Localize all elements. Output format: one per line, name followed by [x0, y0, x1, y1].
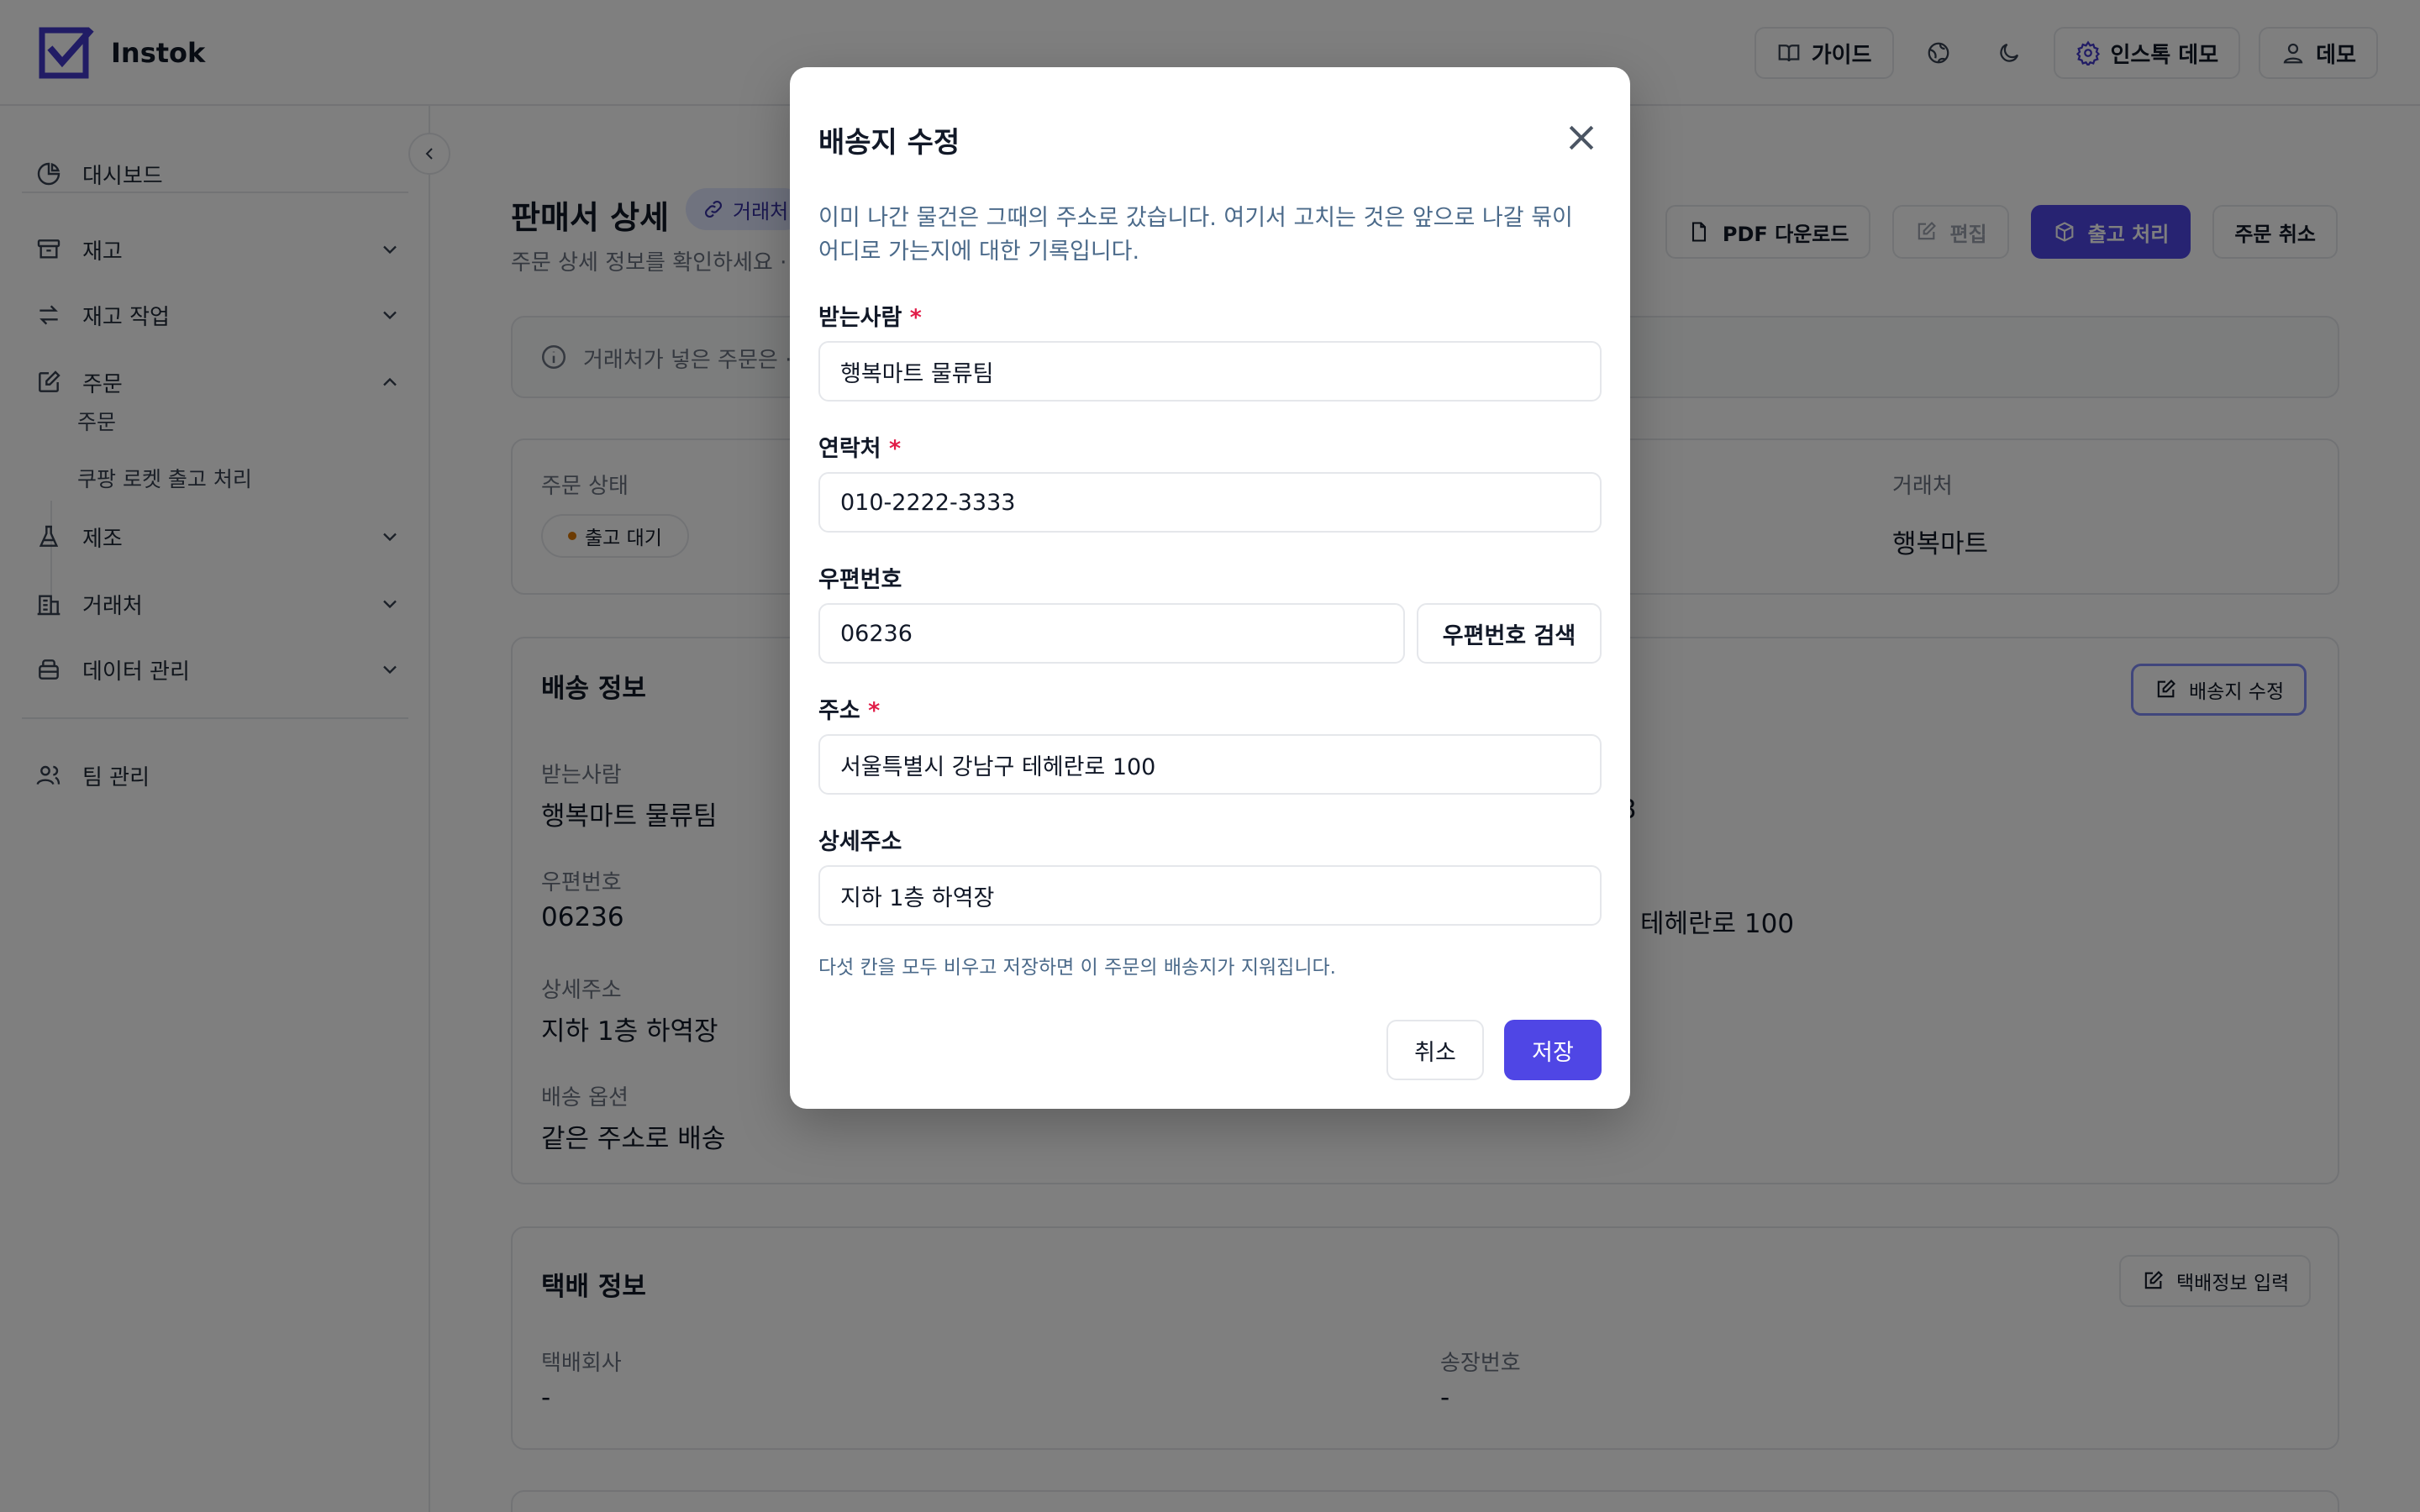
modal-description: 이미 나간 물건은 그때의 주소로 갔습니다. 여기서 고치는 것은 앞으로 나… — [818, 205, 1573, 265]
zip-field-label: 우편번호 — [818, 567, 902, 593]
required-mark: * — [909, 305, 922, 331]
phone-field-label: 연락처 * — [818, 430, 901, 463]
edit-shipping-modal: 배송지 수정 이미 나간 물건은 그때의 주소로 갔습니다. 여기서 고치는 것… — [790, 67, 1630, 1109]
close-icon[interactable] — [1563, 119, 1600, 156]
modal-note: 다섯 칸을 모두 비우고 저장하면 이 주문의 배송지가 지워집니다. — [818, 957, 1336, 979]
address-field-label: 주소 * — [818, 692, 880, 725]
phone-field-label-text: 연락처 — [818, 436, 881, 462]
detail-address-input[interactable]: 지하 1층 하역장 — [818, 865, 1602, 926]
recipient-input[interactable]: 행복마트 물류팀 — [818, 341, 1602, 402]
recipient-field-label-text: 받는사람 — [818, 305, 902, 331]
recipient-field-label: 받는사람 * — [818, 299, 922, 332]
address-input[interactable]: 서울특별시 강남구 테헤란로 100 — [818, 734, 1602, 795]
zip-input[interactable]: 06236 — [818, 603, 1405, 664]
save-button[interactable]: 저장 — [1504, 1020, 1602, 1080]
address-field-label-text: 주소 — [818, 698, 860, 724]
zip-search-button[interactable]: 우편번호 검색 — [1417, 603, 1602, 664]
modal-title: 배송지 수정 — [818, 126, 960, 160]
required-mark: * — [888, 436, 902, 462]
cancel-button[interactable]: 취소 — [1386, 1020, 1484, 1080]
required-mark: * — [868, 698, 881, 724]
detail-field-label: 상세주소 — [818, 829, 902, 855]
phone-input[interactable]: 010-2222-3333 — [818, 472, 1602, 533]
